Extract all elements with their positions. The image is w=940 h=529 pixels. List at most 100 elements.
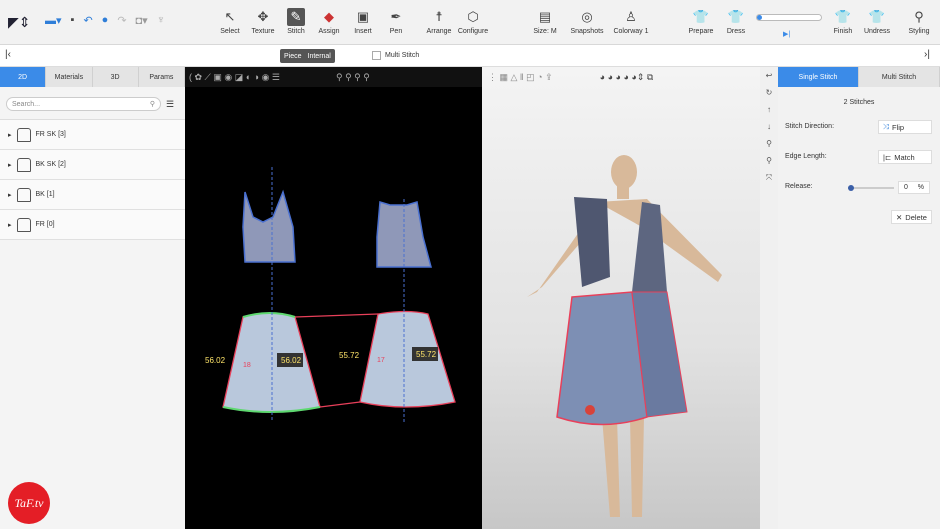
collapse-right-icon[interactable]: ›| bbox=[924, 49, 930, 60]
collapse-left-icon[interactable]: |‹ bbox=[5, 49, 11, 60]
dress-button[interactable]: 👕 Dress bbox=[716, 8, 756, 35]
rotate-icon[interactable]: ↻ bbox=[766, 88, 773, 97]
item-label: FR SK [3] bbox=[35, 131, 66, 138]
prepare-button[interactable]: 👕 Prepare bbox=[681, 8, 721, 35]
colorway-icon: ♙ bbox=[625, 9, 637, 24]
match-icon: |⊏ bbox=[883, 152, 892, 162]
app-menu-icon[interactable]: ◤⇕ bbox=[8, 14, 31, 31]
tool-label: Size: M bbox=[533, 28, 557, 35]
length-label: 55.72 bbox=[416, 350, 437, 359]
expand-icon[interactable]: ▸ bbox=[8, 191, 12, 199]
arrange-icon: ☨ bbox=[435, 9, 443, 24]
skirt-3d bbox=[556, 291, 648, 426]
list-options-icon[interactable]: ☰ bbox=[166, 99, 174, 110]
list-item[interactable]: ▸ BK [1] bbox=[0, 180, 185, 210]
match-button[interactable]: |⊏ Match bbox=[878, 150, 932, 164]
release-slider[interactable] bbox=[848, 185, 894, 191]
styling-icon: ⚲ bbox=[914, 9, 924, 24]
stitch-icon: ✎ bbox=[287, 8, 305, 26]
arrow-up-icon[interactable]: ↑ bbox=[767, 105, 771, 114]
undress-button[interactable]: 👕 Undress bbox=[857, 8, 897, 35]
tab-3d[interactable]: 3D bbox=[92, 67, 139, 87]
avatar-view-icons[interactable]: ◕ ◕ ◕ ◕ ◕⇕ ⧉ bbox=[600, 72, 654, 83]
snapshots-selector[interactable]: ◎ Snapshots bbox=[567, 8, 607, 35]
tab-single-stitch[interactable]: Single Stitch bbox=[778, 67, 859, 87]
skirt-icon bbox=[16, 127, 31, 142]
front-bodice-piece bbox=[242, 189, 296, 263]
item-label: FR [0] bbox=[35, 221, 55, 228]
tool-label: Undress bbox=[863, 28, 891, 35]
tool-label: Stitch bbox=[287, 28, 305, 35]
tab-multi-stitch[interactable]: Multi Stitch bbox=[859, 67, 940, 87]
redo-icon[interactable]: ↷ bbox=[117, 14, 126, 27]
multi-stitch-label: Multi Stitch bbox=[385, 52, 420, 59]
tab-materials[interactable]: Materials bbox=[46, 67, 93, 87]
piece-option[interactable]: Piece bbox=[284, 53, 302, 60]
assign-icon: ◆ bbox=[324, 9, 334, 24]
list-item[interactable]: ▸ FR SK [3] bbox=[0, 120, 185, 150]
bodice-3d bbox=[574, 197, 610, 287]
release-input[interactable]: 0% bbox=[898, 181, 930, 194]
match-label: Match bbox=[894, 152, 915, 162]
play-step-button[interactable]: ▶| bbox=[783, 30, 790, 38]
undo-icon[interactable]: ↶ bbox=[83, 14, 92, 27]
tool-pen[interactable]: ✒ Pen bbox=[376, 8, 416, 35]
tool-label: Styling bbox=[908, 28, 930, 35]
secondary-bar: |‹ Piece Internal Multi Stitch ›| bbox=[0, 45, 940, 67]
fit-icon[interactable]: ⤧ bbox=[766, 173, 772, 183]
arrow-down-icon[interactable]: ↓ bbox=[767, 122, 771, 131]
search-input[interactable]: Search... ⚲ bbox=[6, 97, 161, 111]
tool-label: Assign bbox=[318, 28, 340, 35]
expand-icon[interactable]: ▸ bbox=[8, 131, 12, 139]
zoom-icons[interactable]: ⚲ ⚲ ⚲ ⚲ bbox=[336, 72, 370, 83]
zoom-in-icon[interactable]: ⚲ bbox=[766, 139, 772, 148]
delete-label: Delete bbox=[905, 212, 927, 222]
expand-icon[interactable]: ▸ bbox=[8, 161, 12, 169]
flip-label: Flip bbox=[892, 122, 905, 132]
release-unit: % bbox=[917, 184, 925, 191]
tool-label: Pen bbox=[389, 28, 403, 35]
avatar-scene[interactable] bbox=[482, 87, 760, 529]
3d-side-toolbar: ↩ ↻ ↑ ↓ ⚲ ⚲ ⤧ bbox=[760, 67, 778, 529]
stitch-3d-icon[interactable]: ↩ bbox=[766, 71, 773, 80]
texture-icon: ✥ bbox=[257, 9, 269, 24]
multi-stitch-checkbox[interactable]: Multi Stitch bbox=[372, 51, 419, 60]
pin-icon[interactable]: ♆ bbox=[157, 14, 165, 27]
tool-label: Select bbox=[220, 28, 240, 35]
2d-pattern-window[interactable]: ( ✿ ⟋ ▣ ◉ ◪ ◐ ◑ ◉ ☰ ⚲ ⚲ ⚲ ⚲ 56.02 56.02 5… bbox=[185, 67, 482, 529]
list-item[interactable]: ▸ BK SK [2] bbox=[0, 150, 185, 180]
simulation-progress-slider[interactable] bbox=[756, 14, 822, 21]
save-icon[interactable]: ▪ bbox=[71, 14, 75, 27]
camera-icon[interactable]: ◘▾ bbox=[136, 14, 148, 27]
zoom-out-icon[interactable]: ⚲ bbox=[766, 156, 772, 165]
edge-length-label: Edge Length: bbox=[785, 153, 827, 160]
internal-option[interactable]: Internal bbox=[308, 53, 331, 60]
main-toolbar: ◤⇕ ▬▾ ▪ ↶ ● ↷ ◘▾ ♆ ↖ Select ✥ Texture ✎ Stitch ◆ A… bbox=[0, 0, 940, 45]
pen-icon: ✒ bbox=[390, 9, 402, 24]
tool-label: Texture bbox=[251, 28, 275, 35]
back-skirt-piece bbox=[359, 310, 456, 408]
2d-toolbar: ( ✿ ⟋ ▣ ◉ ◪ ◐ ◑ ◉ ☰ ⚲ ⚲ ⚲ ⚲ bbox=[185, 67, 482, 87]
list-item[interactable]: ▸ FR [0] bbox=[0, 210, 185, 240]
tab-2d[interactable]: 2D bbox=[0, 67, 47, 87]
size-selector[interactable]: ▤ Size: M bbox=[525, 8, 565, 35]
flip-icon: ⤨ bbox=[883, 122, 889, 131]
finish-icon: 👕 bbox=[834, 9, 852, 24]
3d-tool-icons[interactable]: ⋮ ▦ △ ‖ ◰ ◔ ⇪ bbox=[488, 72, 553, 83]
expand-icon[interactable]: ▸ bbox=[8, 221, 12, 229]
pattern-canvas[interactable]: 56.02 56.02 55.72 55.72 18 17 bbox=[185, 87, 482, 529]
tab-params[interactable]: Params bbox=[138, 67, 185, 87]
length-label: 56.02 bbox=[205, 356, 226, 365]
tool-configure[interactable]: ⬡ Configure bbox=[453, 8, 493, 35]
stitch-mode-toggle[interactable]: Piece Internal bbox=[280, 49, 335, 63]
snapshots-icon: ◎ bbox=[581, 9, 593, 24]
2d-tool-icon[interactable]: ( ✿ ⟋ ▣ ◉ ◪ ◐ ◑ ◉ ☰ bbox=[189, 72, 280, 83]
open-folder-icon[interactable]: ▬▾ bbox=[45, 14, 62, 27]
3d-garment-window[interactable]: ⋮ ▦ △ ‖ ◰ ◔ ⇪ ◕ ◕ ◕ ◕ ◕⇕ ⧉ bbox=[482, 67, 760, 529]
record-icon[interactable]: ● bbox=[102, 14, 109, 27]
styling-button[interactable]: ⚲ Styling bbox=[899, 8, 939, 35]
colorway-selector[interactable]: ♙ Colorway 1 bbox=[611, 8, 651, 35]
flip-button[interactable]: ⤨ Flip bbox=[878, 120, 932, 134]
tool-label: Configure bbox=[457, 28, 489, 35]
delete-button[interactable]: ✕ Delete bbox=[891, 210, 932, 224]
